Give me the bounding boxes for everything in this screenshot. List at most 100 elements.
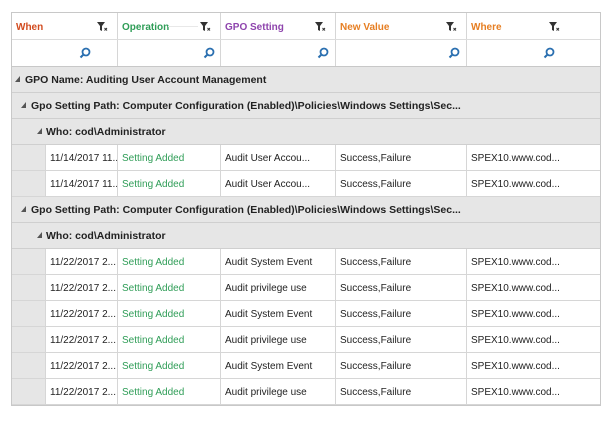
cell-operation[interactable]: Setting Added bbox=[118, 249, 221, 274]
column-label-when: When bbox=[16, 22, 44, 33]
filter-funnel-icon[interactable] bbox=[445, 21, 457, 33]
filter-cell-operation[interactable] bbox=[118, 40, 221, 66]
group-label: Gpo Setting Path: Computer Configuration… bbox=[31, 100, 461, 112]
cell-where[interactable]: SPEX10.www.cod... bbox=[467, 145, 600, 170]
row-indent bbox=[12, 327, 45, 352]
column-header-where[interactable]: Where bbox=[467, 13, 600, 39]
table-row[interactable]: 11/22/2017 2... Setting Added Audit System… bbox=[12, 249, 600, 275]
cell-where[interactable]: SPEX10.www.cod... bbox=[467, 301, 600, 326]
cell-setting[interactable]: Audit privilege use bbox=[221, 275, 336, 300]
table-row[interactable]: 11/14/2017 11... Setting Added Audit User … bbox=[12, 171, 600, 197]
cell-when[interactable]: 11/22/2017 2... bbox=[45, 275, 118, 300]
cell-operation[interactable]: Setting Added bbox=[118, 327, 221, 352]
cell-operation[interactable]: Setting Added bbox=[118, 275, 221, 300]
cell-where[interactable]: SPEX10.www.cod... bbox=[467, 249, 600, 274]
cell-value[interactable]: Success,Failure bbox=[336, 171, 467, 196]
collapse-triangle-icon[interactable] bbox=[37, 128, 42, 134]
filter-cell-when[interactable] bbox=[12, 40, 118, 66]
column-header-operation[interactable]: Operation bbox=[118, 13, 221, 39]
cell-where[interactable]: SPEX10.www.cod... bbox=[467, 379, 600, 404]
cell-text-where: SPEX10.www.cod... bbox=[471, 361, 560, 372]
filter-funnel-icon[interactable] bbox=[199, 21, 211, 33]
group-row-who[interactable]: Who: cod\Administrator bbox=[12, 119, 600, 145]
cell-when[interactable]: 11/22/2017 2... bbox=[45, 327, 118, 352]
cell-text-value: Success,Failure bbox=[340, 257, 412, 268]
cell-setting[interactable]: Audit User Accou... bbox=[221, 171, 336, 196]
cell-value[interactable]: Success,Failure bbox=[336, 379, 467, 404]
cell-setting[interactable]: Audit privilege use bbox=[221, 327, 336, 352]
cell-value[interactable]: Success,Failure bbox=[336, 249, 467, 274]
filter-funnel-icon[interactable] bbox=[96, 21, 108, 33]
row-indent bbox=[12, 275, 45, 300]
cell-value[interactable]: Success,Failure bbox=[336, 327, 467, 352]
table-row[interactable]: 11/22/2017 2... Setting Added Audit privil… bbox=[12, 275, 600, 301]
cell-text-setting: Audit User Accou... bbox=[225, 153, 311, 164]
filter-cell-new-value[interactable] bbox=[336, 40, 467, 66]
cell-value[interactable]: Success,Failure bbox=[336, 145, 467, 170]
cell-when[interactable]: 11/22/2017 2... bbox=[45, 353, 118, 378]
cell-text-value: Success,Failure bbox=[340, 153, 412, 164]
cell-setting[interactable]: Audit privilege use bbox=[221, 379, 336, 404]
filter-funnel-icon[interactable] bbox=[314, 21, 326, 33]
collapse-triangle-icon[interactable] bbox=[37, 232, 42, 238]
cell-text-when: 11/14/2017 11... bbox=[50, 153, 118, 164]
row-indent bbox=[12, 353, 45, 378]
table-row[interactable]: 11/22/2017 2... Setting Added Audit System… bbox=[12, 301, 600, 327]
collapse-triangle-icon[interactable] bbox=[21, 102, 26, 108]
table-row[interactable]: 11/22/2017 2... Setting Added Audit privil… bbox=[12, 327, 600, 353]
cell-text-operation: Setting Added bbox=[122, 257, 185, 268]
cell-text-value: Success,Failure bbox=[340, 309, 412, 320]
cell-operation[interactable]: Setting Added bbox=[118, 145, 221, 170]
group-row-who[interactable]: Who: cod\Administrator bbox=[12, 223, 600, 249]
cell-when[interactable]: 11/14/2017 11... bbox=[45, 171, 118, 196]
cell-where[interactable]: SPEX10.www.cod... bbox=[467, 275, 600, 300]
column-label-operation: Operation bbox=[122, 22, 170, 33]
group-row-setting-path[interactable]: Gpo Setting Path: Computer Configuration… bbox=[12, 197, 600, 223]
cell-text-where: SPEX10.www.cod... bbox=[471, 335, 560, 346]
magnifier-icon[interactable] bbox=[203, 47, 215, 59]
magnifier-icon[interactable] bbox=[543, 47, 555, 59]
magnifier-icon[interactable] bbox=[448, 47, 460, 59]
cell-when[interactable]: 11/22/2017 2... bbox=[45, 249, 118, 274]
column-header-new-value[interactable]: New Value bbox=[336, 13, 467, 39]
collapse-triangle-icon[interactable] bbox=[15, 76, 20, 82]
filter-cell-gpo-setting[interactable] bbox=[221, 40, 336, 66]
table-row[interactable]: 11/14/2017 11... Setting Added Audit User … bbox=[12, 145, 600, 171]
cell-where[interactable]: SPEX10.www.cod... bbox=[467, 171, 600, 196]
cell-value[interactable]: Success,Failure bbox=[336, 275, 467, 300]
group-row-gpo-name[interactable]: GPO Name: Auditing User Account Manageme… bbox=[12, 67, 600, 93]
table-row[interactable]: 11/22/2017 2... Setting Added Audit privil… bbox=[12, 379, 600, 405]
cell-text-where: SPEX10.www.cod... bbox=[471, 179, 560, 190]
magnifier-icon[interactable] bbox=[317, 47, 329, 59]
column-header-when[interactable]: When bbox=[12, 13, 118, 39]
group-row-setting-path[interactable]: Gpo Setting Path: Computer Configuration… bbox=[12, 93, 600, 119]
cell-setting[interactable]: Audit System Event bbox=[221, 353, 336, 378]
column-label-gpo-setting: GPO Setting bbox=[225, 22, 284, 33]
filter-row bbox=[12, 40, 600, 67]
cell-value[interactable]: Success,Failure bbox=[336, 353, 467, 378]
cell-setting[interactable]: Audit System Event bbox=[221, 301, 336, 326]
cell-when[interactable]: 11/14/2017 11... bbox=[45, 145, 118, 170]
cell-operation[interactable]: Setting Added bbox=[118, 171, 221, 196]
cell-text-where: SPEX10.www.cod... bbox=[471, 257, 560, 268]
cell-operation[interactable]: Setting Added bbox=[118, 301, 221, 326]
cell-operation[interactable]: Setting Added bbox=[118, 379, 221, 404]
cell-where[interactable]: SPEX10.www.cod... bbox=[467, 353, 600, 378]
cell-text-when: 11/22/2017 2... bbox=[50, 335, 116, 346]
column-header-gpo-setting[interactable]: GPO Setting bbox=[221, 13, 336, 39]
cell-text-operation: Setting Added bbox=[122, 179, 185, 190]
filter-funnel-icon[interactable] bbox=[548, 21, 560, 33]
cell-when[interactable]: 11/22/2017 2... bbox=[45, 301, 118, 326]
magnifier-icon[interactable] bbox=[79, 47, 91, 59]
collapse-triangle-icon[interactable] bbox=[21, 206, 26, 212]
filter-cell-where[interactable] bbox=[467, 40, 600, 66]
cell-when[interactable]: 11/22/2017 2... bbox=[45, 379, 118, 404]
cell-text-value: Success,Failure bbox=[340, 283, 412, 294]
cell-value[interactable]: Success,Failure bbox=[336, 301, 467, 326]
cell-operation[interactable]: Setting Added bbox=[118, 353, 221, 378]
cell-setting[interactable]: Audit User Accou... bbox=[221, 145, 336, 170]
table-row[interactable]: 11/22/2017 2... Setting Added Audit System… bbox=[12, 353, 600, 379]
cell-text-operation: Setting Added bbox=[122, 283, 185, 294]
cell-setting[interactable]: Audit System Event bbox=[221, 249, 336, 274]
cell-where[interactable]: SPEX10.www.cod... bbox=[467, 327, 600, 352]
